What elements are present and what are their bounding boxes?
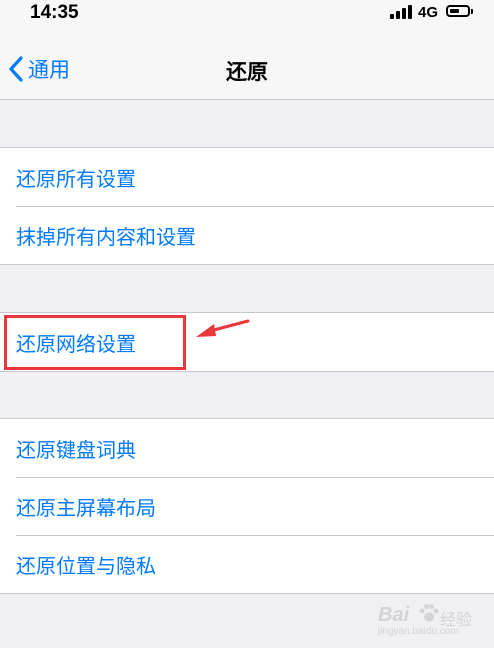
cell-label: 还原主屏幕布局	[16, 495, 156, 520]
battery-nub	[471, 9, 473, 14]
signal-icon	[390, 5, 412, 19]
reset-group-3: 还原键盘词典 还原主屏幕布局 还原位置与隐私	[0, 418, 494, 594]
cell-label: 还原所有设置	[16, 166, 136, 191]
annotation-arrow-icon	[196, 319, 250, 337]
status-bar: 14:35 4G	[0, 0, 494, 30]
annotation-highlight-box	[4, 315, 186, 370]
cell-label: 还原键盘词典	[16, 437, 136, 462]
navigation-bar: 通用 还原	[0, 30, 494, 100]
baidu-watermark: Bai 经验 jingyan.baidu.com	[378, 598, 482, 638]
reset-location-privacy-cell[interactable]: 还原位置与隐私	[0, 535, 494, 593]
reset-group-1: 还原所有设置 抹掉所有内容和设置	[0, 147, 494, 265]
battery-icon	[446, 5, 470, 17]
page-title: 还原	[226, 60, 268, 84]
reset-keyboard-dictionary-cell[interactable]: 还原键盘词典	[0, 419, 494, 477]
watermark-brand: Bai	[378, 604, 410, 626]
cell-label: 还原位置与隐私	[16, 553, 156, 578]
watermark-url: jingyan.baidu.com	[378, 626, 459, 637]
reset-all-settings-cell[interactable]: 还原所有设置	[0, 148, 494, 206]
cell-label: 抹掉所有内容和设置	[16, 224, 196, 249]
status-time: 14:35	[30, 2, 79, 23]
network-type: 4G	[418, 4, 439, 21]
erase-all-content-cell[interactable]: 抹掉所有内容和设置	[0, 206, 494, 264]
reset-home-screen-layout-cell[interactable]: 还原主屏幕布局	[0, 477, 494, 535]
paw-icon	[419, 604, 439, 622]
